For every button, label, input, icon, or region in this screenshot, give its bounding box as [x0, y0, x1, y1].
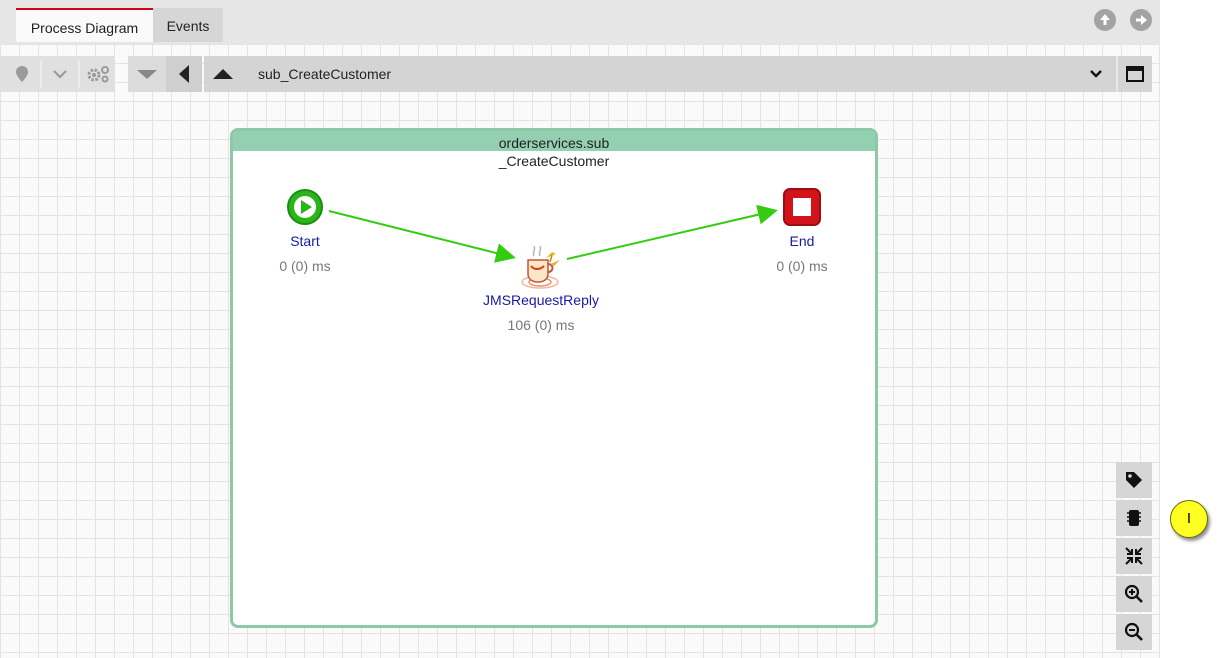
tag-icon[interactable] — [1116, 462, 1152, 498]
arrow-right-circle-icon[interactable] — [1130, 9, 1152, 31]
triangle-left-icon[interactable] — [166, 56, 202, 92]
annotation-marker: I — [1170, 500, 1208, 538]
transition-start-to-jms[interactable] — [328, 210, 516, 263]
map-pin-icon[interactable] — [8, 56, 36, 92]
chevron-down-icon[interactable] — [46, 56, 74, 92]
jms-request-reply-icon[interactable] — [516, 242, 564, 290]
end-stat: 0 (0) ms — [776, 258, 828, 274]
process-container[interactable]: orderservices.sub _CreateCustomer Start … — [230, 128, 878, 628]
triangle-up-icon[interactable] — [204, 56, 242, 92]
start-icon[interactable] — [286, 188, 324, 226]
transitions-layer — [328, 204, 778, 263]
maximize-icon[interactable] — [1116, 56, 1152, 92]
arrow-up-circle-icon[interactable] — [1094, 9, 1116, 31]
zoom-in-icon[interactable] — [1116, 576, 1152, 612]
toolbar-separator — [78, 60, 80, 88]
tab-bar: Process Diagram Events — [0, 0, 1160, 44]
toolbar: sub_CreateCustomer — [0, 56, 1160, 92]
triangle-down-icon[interactable] — [128, 56, 166, 92]
toolbar-separator — [40, 60, 42, 88]
gears-icon[interactable] — [82, 56, 114, 92]
chip-icon[interactable] — [1116, 500, 1152, 536]
end-label: End — [789, 233, 815, 249]
toolbar-left-group — [0, 56, 115, 92]
process-name: sub_CreateCustomer — [258, 66, 392, 82]
transition-jms-to-end[interactable] — [566, 204, 778, 260]
end-icon[interactable] — [783, 188, 821, 226]
jms-request-reply-label: JMSRequestReply — [483, 292, 599, 308]
process-viewer: Process Diagram Events sub_CreateCustome… — [0, 0, 1160, 658]
zoom-out-icon[interactable] — [1116, 614, 1152, 650]
tab-process-diagram[interactable]: Process Diagram — [16, 8, 153, 42]
jms-request-reply-stat: 106 (0) ms — [507, 317, 575, 333]
start-label: Start — [290, 233, 320, 249]
dropdown-chevron-icon[interactable] — [1082, 56, 1110, 92]
fit-to-screen-icon[interactable] — [1116, 538, 1152, 574]
tab-events[interactable]: Events — [153, 8, 223, 42]
start-stat: 0 (0) ms — [279, 258, 331, 274]
